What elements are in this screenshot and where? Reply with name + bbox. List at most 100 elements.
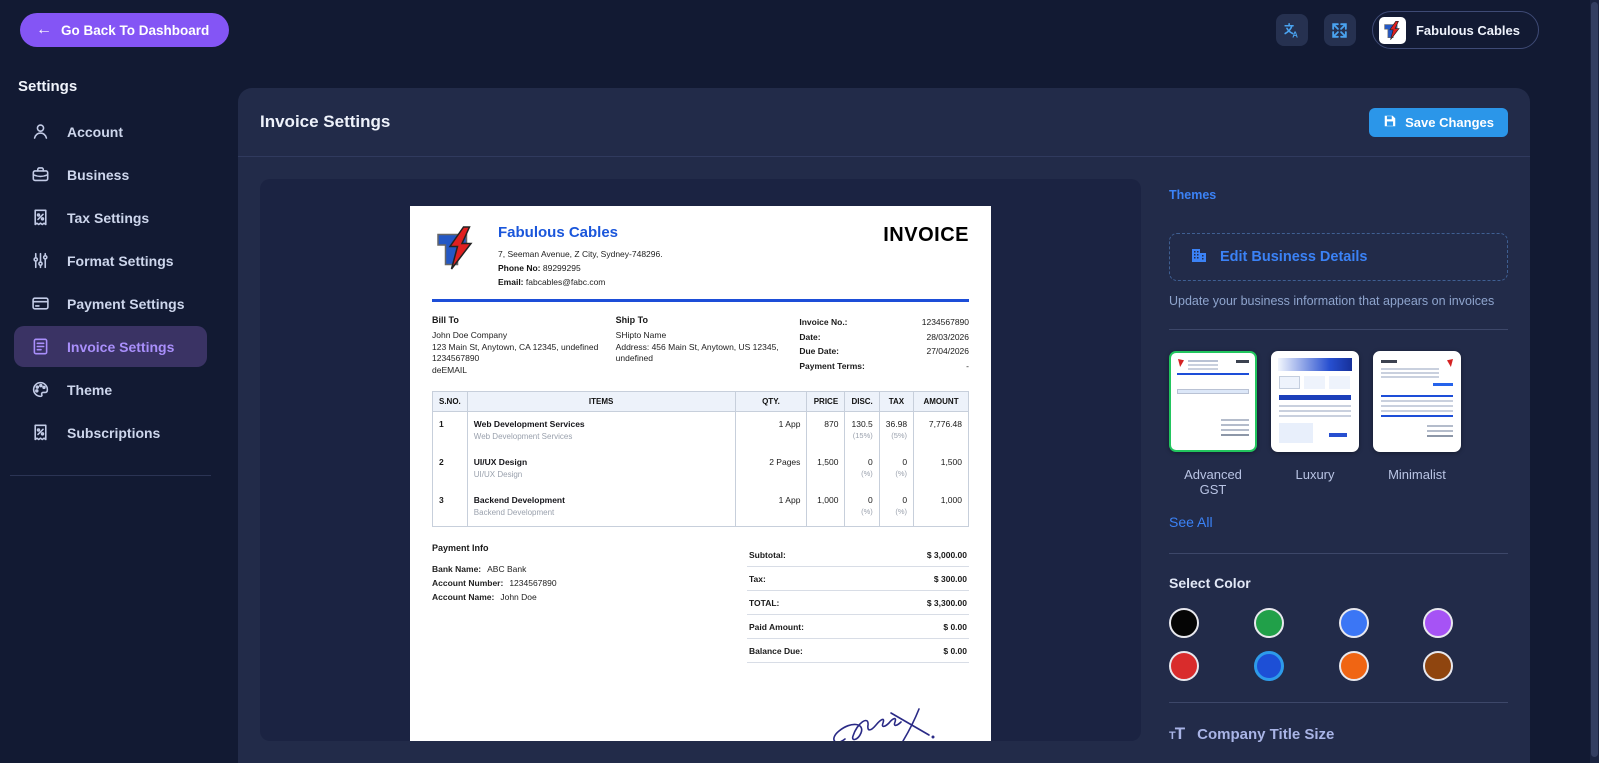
back-to-dashboard-button[interactable]: ← Go Back To Dashboard (20, 13, 230, 47)
invoice-meta-row: Payment Terms: - (799, 359, 969, 374)
sidebar-item-payment-settings[interactable]: Payment Settings (14, 283, 207, 324)
totals-block: Subtotal: $ 3,000.00 Tax: $ 300.00 TOTAL… (747, 543, 969, 663)
topbar: ← Go Back To Dashboard A Fabulous Cables (0, 0, 1599, 62)
payment-info-row: Account Number: 1234567890 (432, 578, 557, 588)
arrow-left-icon: ← (36, 21, 52, 38)
company-title-size-section: TT Company Title Size (1169, 724, 1508, 744)
items-table-header: AMOUNT (913, 391, 969, 412)
sidebar-item-subscriptions[interactable]: Subscriptions (14, 412, 207, 453)
sidebar-item-business[interactable]: Business (14, 154, 207, 195)
theme-thumbnail[interactable] (1373, 351, 1461, 452)
panel-divider (1169, 553, 1508, 554)
theme-option[interactable]: Luxury (1271, 351, 1359, 497)
theme-name: Minimalist (1388, 467, 1446, 482)
sidebar-item-label: Subscriptions (67, 424, 161, 441)
invoice-company-name: Fabulous Cables (498, 224, 619, 241)
meta-label: Due Date: (799, 346, 840, 356)
color-swatch[interactable] (1169, 651, 1199, 681)
translate-icon: A (1282, 21, 1301, 40)
cell-tax: 36.98 (5%) (878, 411, 915, 450)
color-swatch[interactable] (1423, 608, 1454, 638)
save-changes-button[interactable]: Save Changes (1369, 107, 1508, 137)
color-swatch[interactable] (1253, 608, 1284, 638)
page-title: Invoice Settings (260, 112, 391, 131)
edit-business-details-button[interactable]: Edit Business Details (1169, 233, 1508, 281)
invoice-items-table: S.NO. ITEMS QTY. PRICE DISC. TAX AMOUNT 1 Web … (432, 391, 969, 527)
invoice-company-logo (432, 224, 480, 272)
sidebar-item-label: Payment Settings (67, 295, 185, 312)
cell-qty: 2 Pages (734, 450, 808, 488)
items-table-header: TAX (878, 391, 915, 412)
page-scrollbar-thumb[interactable] (1591, 2, 1598, 757)
company-account-pill[interactable]: Fabulous Cables (1371, 11, 1539, 49)
sidebar-item-label: Format Settings (67, 252, 174, 269)
cell-qty: 1 App (734, 411, 808, 450)
invoice-company-address: 7, Seeman Avenue, Z City, Sydney-748296. (498, 249, 663, 259)
color-swatch[interactable] (1423, 651, 1454, 681)
sidebar-item-invoice-settings[interactable]: Invoice Settings (14, 326, 207, 367)
company-logo-icon (1378, 16, 1406, 44)
main-panel: Invoice Settings Save Changes Fabulous C… (238, 88, 1530, 763)
bill-to-block: Bill To John Doe Company 123 Main St, Any… (432, 315, 616, 376)
cell-qty: 1 App (734, 488, 808, 527)
cell-sno: 1 (432, 411, 468, 450)
invoice-email-label: Email: (498, 277, 524, 287)
sidebar-item-account[interactable]: Account (14, 111, 207, 152)
theme-thumbnail[interactable] (1169, 351, 1257, 452)
items-table-header: S.NO. (432, 391, 468, 412)
payment-info-row: Bank Name: ABC Bank (432, 564, 527, 574)
invoice-preview-container: Fabulous Cables 7, Seeman Avenue, Z City… (260, 179, 1141, 741)
invoice-header-rule (432, 299, 969, 302)
theme-option[interactable]: Minimalist (1373, 351, 1461, 497)
fullscreen-expand-icon (1330, 21, 1349, 40)
company-name-label: Fabulous Cables (1415, 22, 1520, 38)
color-swatch[interactable] (1338, 651, 1369, 681)
invoice-phone: 89299295 (542, 263, 581, 273)
sidebar-item-format-settings[interactable]: Format Settings (14, 240, 207, 281)
company-title-size-label: Company Title Size (1197, 725, 1335, 743)
sidebar-item-tax-settings[interactable]: Tax Settings (14, 197, 207, 238)
color-swatch[interactable] (1253, 651, 1284, 681)
main-header: Invoice Settings Save Changes (238, 88, 1530, 157)
cell-tax: 0 (%) (878, 488, 915, 527)
invoice-doc-title: INVOICE (883, 224, 969, 246)
cell-amount: 1,500 (913, 450, 969, 488)
invoice-doc-icon (31, 337, 50, 356)
translate-button[interactable]: A (1275, 14, 1308, 46)
invoice-email: fabcables@fabc.com (525, 277, 606, 287)
cell-item: Backend Development Backend Development (466, 488, 736, 527)
svg-text:A: A (1293, 30, 1299, 39)
meta-label: Invoice No.: (799, 317, 848, 327)
total-row: Tax: $ 300.00 (747, 567, 969, 591)
color-swatch[interactable] (1338, 608, 1369, 638)
meta-label: Payment Terms: (799, 360, 865, 371)
cell-sno: 3 (432, 488, 468, 527)
meta-label: Date: (799, 331, 821, 342)
signature-block: Authorized Signature (809, 697, 969, 741)
invoice-meta-row: Due Date: 27/04/2026 (799, 344, 969, 359)
theme-name: Advanced GST (1184, 467, 1242, 497)
sidebar-item-label: Business (67, 166, 130, 183)
panel-divider (1169, 329, 1508, 330)
meta-value: 1234567890 (921, 317, 970, 327)
cell-sno: 2 (432, 450, 468, 488)
cell-price: 870 (806, 411, 846, 450)
see-all-link[interactable]: See All (1169, 514, 1213, 530)
credit-card-icon (31, 294, 50, 313)
theme-thumbnail[interactable] (1271, 351, 1359, 452)
items-table-row: 2 UI/UX Design UI/UX Design 2 Pages 1,50… (432, 450, 969, 488)
sidebar-item-theme[interactable]: Theme (14, 369, 207, 410)
invoice-meta-row: Date: 28/03/2026 (799, 330, 969, 345)
settings-sidebar: Settings Account Business Tax Settings F… (0, 78, 221, 476)
fullscreen-button[interactable] (1323, 14, 1356, 46)
theme-option[interactable]: Advanced GST (1169, 351, 1257, 497)
total-row: Balance Due: $ 0.00 (747, 639, 969, 663)
items-table-header: DISC. (844, 391, 880, 412)
cell-disc: 0 (%) (844, 450, 880, 488)
payment-info-row: Account Name: John Doe (432, 592, 537, 602)
edit-business-description: Update your business information that ap… (1169, 294, 1495, 308)
cell-disc: 0 (%) (844, 488, 880, 527)
payment-info-heading: Payment Info (432, 543, 489, 553)
color-swatch[interactable] (1169, 608, 1199, 638)
items-table-header: ITEMS (466, 391, 736, 412)
